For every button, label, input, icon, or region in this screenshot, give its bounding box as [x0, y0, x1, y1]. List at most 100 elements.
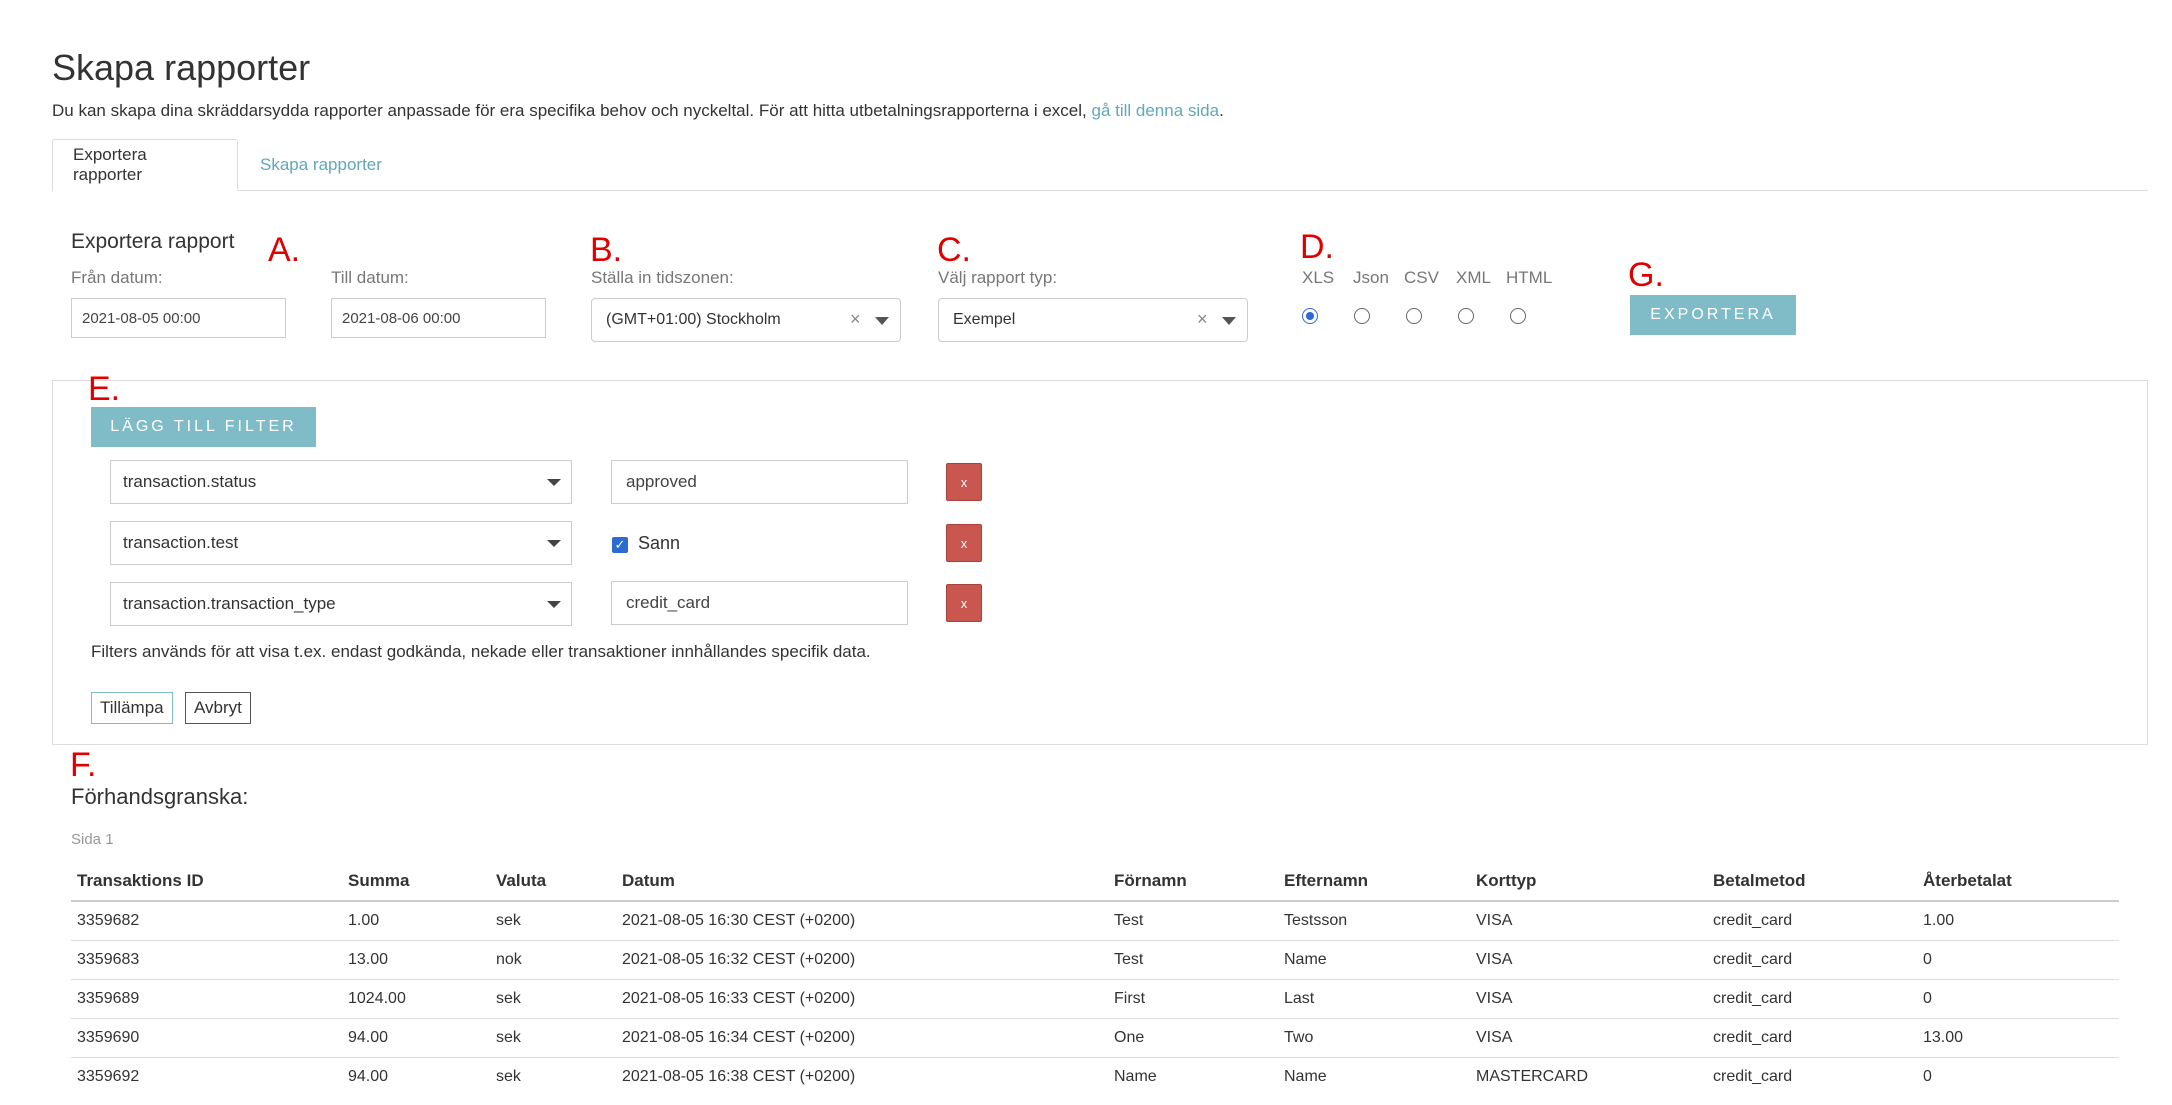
format-radio-xml[interactable] — [1458, 308, 1474, 324]
marker-g: G. — [1628, 256, 1664, 294]
table-cell: 94.00 — [348, 1067, 389, 1085]
format-radio-json[interactable] — [1354, 308, 1370, 324]
filter-field-select[interactable]: transaction.transaction_type — [110, 582, 572, 626]
format-radio-csv[interactable] — [1406, 308, 1422, 324]
table-cell: VISA — [1470, 901, 1707, 941]
timezone-label: Ställa in tidszonen: — [591, 268, 734, 287]
table-cell: Testsson — [1278, 901, 1470, 941]
column-header: Transaktions ID — [71, 861, 342, 902]
apply-button[interactable]: Tillämpa — [91, 692, 173, 724]
format-radio-html[interactable] — [1510, 308, 1526, 324]
marker-a: A. — [268, 231, 301, 269]
format-label-json: Json — [1353, 268, 1389, 287]
from-date-input[interactable]: 2021-08-05 00:00 — [71, 298, 286, 338]
table-cell: credit_card — [1707, 1018, 1917, 1058]
table-cell: 1.00 — [342, 901, 490, 941]
filter-field-select[interactable]: transaction.status — [110, 460, 572, 504]
table-cell: Two — [1278, 1018, 1470, 1058]
filter-value-input[interactable]: credit_card — [611, 581, 908, 625]
page-title: Skapa rapporter — [52, 47, 311, 88]
table-cell: VISA — [1470, 979, 1707, 1019]
marker-e: E. — [88, 370, 121, 408]
remove-filter-button[interactable]: x — [946, 584, 982, 622]
format-radio-xls[interactable] — [1302, 308, 1318, 324]
chevron-down-icon[interactable] — [875, 317, 889, 325]
marker-c: C. — [937, 231, 971, 269]
export-button[interactable]: EXPORTERA — [1630, 295, 1796, 335]
to-date-label: Till datum: — [331, 268, 409, 287]
table-row: 3359692 94.00 sek 2021-08-05 16:38 CEST … — [71, 1057, 2119, 1096]
chevron-down-icon[interactable] — [1222, 317, 1236, 325]
table-cell: 13.00 — [1917, 1018, 2119, 1058]
table-row: 3359682 1.00 sek 2021-08-05 16:30 CEST (… — [71, 901, 2119, 941]
payout-reports-link[interactable]: gå till denna sida — [1091, 101, 1219, 120]
table-cell: 3359692 — [77, 1067, 140, 1085]
remove-filter-button[interactable]: x — [946, 524, 982, 562]
filter-value-input[interactable]: approved — [611, 460, 908, 504]
format-label-csv: CSV — [1404, 268, 1439, 287]
marker-f: F. — [70, 746, 97, 784]
table-cell: One — [1108, 1018, 1278, 1058]
column-header: Efternamn — [1278, 861, 1470, 902]
tab-export-reports[interactable]: Exportera rapporter — [52, 139, 238, 191]
format-label-html: HTML — [1506, 268, 1553, 287]
table-cell: 1.00 — [1917, 901, 2119, 941]
table-row: 3359689 1024.00 sek 2021-08-05 16:33 CES… — [71, 979, 2119, 1019]
tab-create-reports[interactable]: Skapa rapporter — [240, 139, 402, 191]
format-label-xml: XML — [1456, 268, 1491, 287]
remove-filter-button[interactable]: x — [946, 463, 982, 501]
table-cell: Last — [1278, 979, 1470, 1019]
column-header: Återbetalat — [1917, 861, 2119, 902]
filter-value-checkbox[interactable]: ✓ — [612, 537, 628, 553]
table-row: 3359690 94.00 sek 2021-08-05 16:34 CEST … — [71, 1018, 2119, 1058]
column-header: Summa — [342, 861, 490, 902]
table-header-row: Transaktions ID Summa Valuta Datum Förna… — [71, 861, 2119, 902]
timezone-clear-icon[interactable]: × — [850, 309, 861, 330]
format-radio-group: XLS Json CSV XML HTML — [1302, 268, 1602, 328]
to-date-input[interactable]: 2021-08-06 00:00 — [331, 298, 546, 338]
table-cell: 0 — [1923, 1067, 1932, 1085]
table-cell: sek — [490, 979, 616, 1019]
table-cell: 3359690 — [71, 1018, 342, 1058]
filter-checkbox-label: Sann — [638, 533, 681, 553]
table-cell: sek — [490, 1018, 616, 1058]
table-cell: 1024.00 — [342, 979, 490, 1019]
export-section-title: Exportera rapport — [71, 230, 235, 253]
table-cell: 2021-08-05 16:32 CEST (+0200) — [616, 940, 1108, 980]
report-type-select[interactable]: Exempel × — [938, 298, 1248, 342]
timezone-value: (GMT+01:00) Stockholm — [606, 311, 781, 328]
filter-help-text: Filters används för att visa t.ex. endas… — [91, 642, 871, 661]
add-filter-button[interactable]: LÄGG TILL FILTER — [91, 407, 316, 447]
timezone-select[interactable]: (GMT+01:00) Stockholm × — [591, 298, 901, 342]
column-header: Datum — [616, 861, 1108, 902]
table-cell: VISA — [1470, 940, 1707, 980]
table-cell: Name — [1284, 1067, 1327, 1085]
intro-text: Du kan skapa dina skräddarsydda rapporte… — [52, 101, 1224, 120]
marker-d: D. — [1300, 228, 1334, 266]
chevron-down-icon — [547, 479, 561, 486]
format-label-xls: XLS — [1302, 268, 1335, 287]
table-cell: First — [1108, 979, 1278, 1019]
column-header: Förnamn — [1108, 861, 1278, 902]
preview-table: Transaktions ID Summa Valuta Datum Förna… — [71, 861, 2119, 1096]
table-cell: 2021-08-05 16:34 CEST (+0200) — [616, 1018, 1108, 1058]
table-cell: Test — [1108, 901, 1278, 941]
report-type-clear-icon[interactable]: × — [1197, 309, 1208, 330]
table-cell: sek — [490, 901, 616, 941]
table-cell: 2021-08-05 16:38 CEST (+0200) — [622, 1067, 856, 1085]
preview-title: Förhandsgranska: — [71, 784, 249, 809]
report-type-value: Exempel — [953, 311, 1016, 328]
report-type-label: Välj rapport typ: — [938, 268, 1058, 287]
table-cell: 13.00 — [342, 940, 490, 980]
filter-field-select[interactable]: transaction.test — [110, 521, 572, 565]
from-date-label: Från datum: — [71, 268, 163, 287]
chevron-down-icon — [547, 540, 561, 547]
table-cell: VISA — [1470, 1018, 1707, 1058]
table-cell: credit_card — [1707, 940, 1917, 980]
chevron-down-icon — [547, 601, 561, 608]
cancel-button[interactable]: Avbryt — [185, 692, 251, 724]
preview-page-label: Sida 1 — [71, 831, 114, 848]
table-cell: Test — [1108, 940, 1278, 980]
table-cell: 2021-08-05 16:30 CEST (+0200) — [616, 901, 1108, 941]
column-header: Valuta — [490, 861, 616, 902]
